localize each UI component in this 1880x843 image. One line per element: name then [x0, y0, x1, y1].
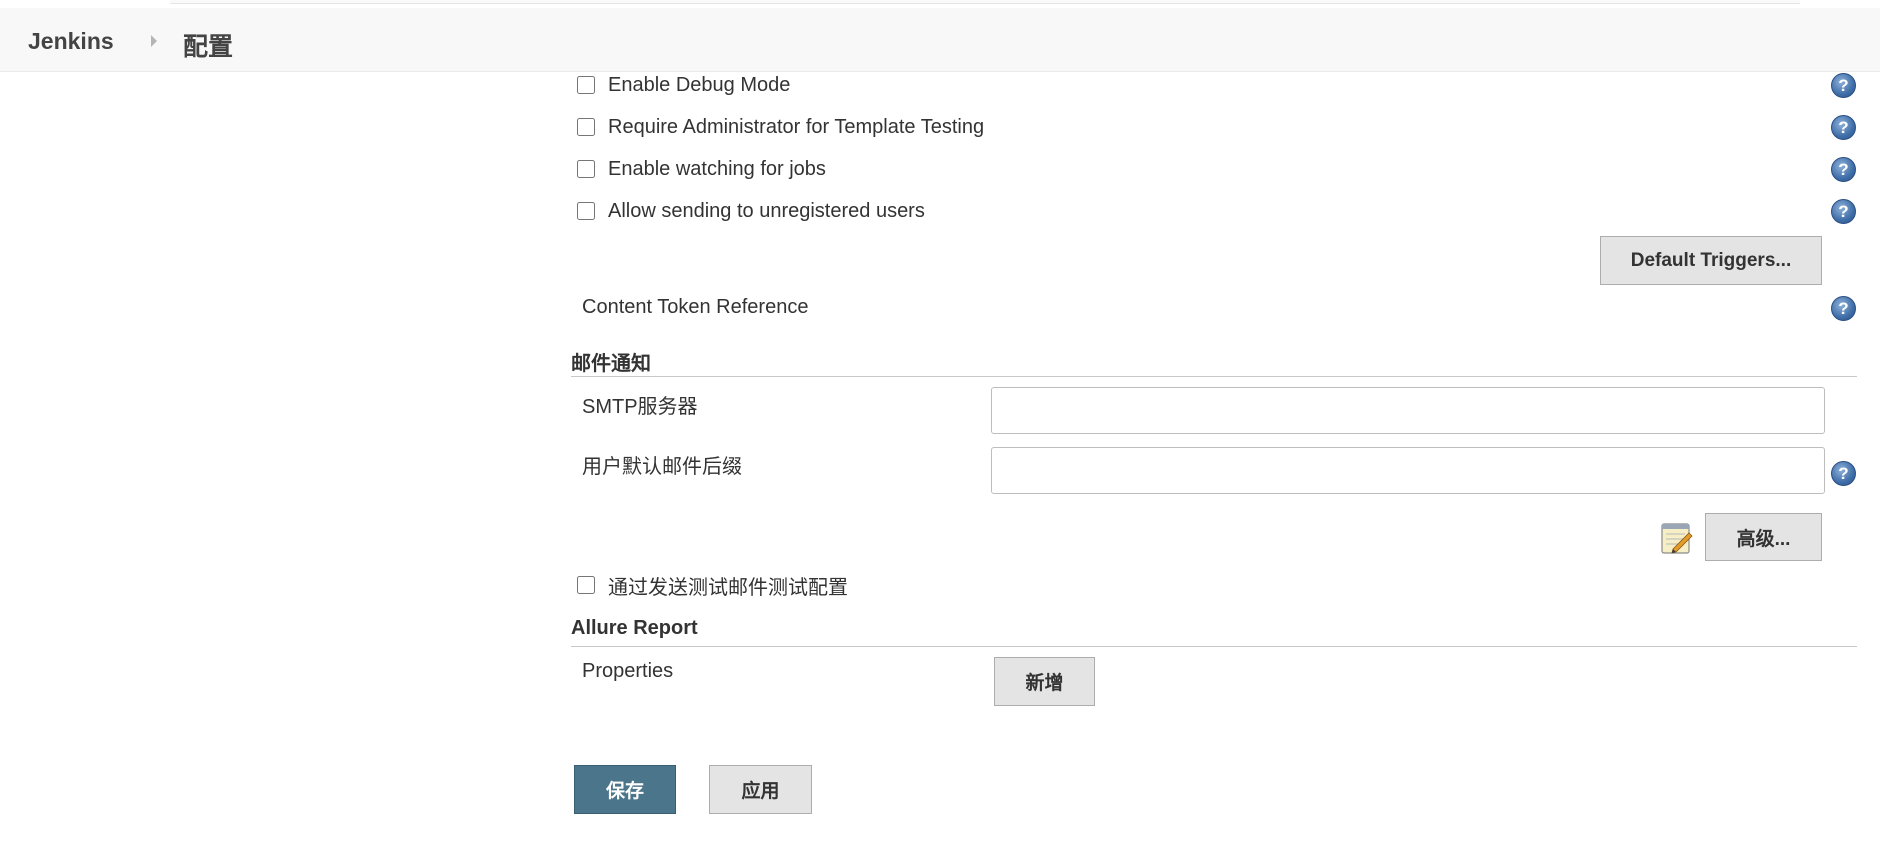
- add-property-button[interactable]: 新增: [994, 657, 1095, 706]
- mail-section-divider: [571, 376, 1857, 377]
- debug-mode-label: Enable Debug Mode: [608, 73, 791, 96]
- top-strip: [0, 0, 1880, 8]
- option-enable-watching: Enable watching for jobs: [577, 157, 826, 181]
- unregistered-users-checkbox[interactable]: [577, 202, 595, 220]
- save-button[interactable]: 保存: [574, 765, 676, 814]
- enable-watching-help-icon[interactable]: ?: [1831, 157, 1856, 182]
- option-debug-mode: Enable Debug Mode: [577, 73, 790, 97]
- option-require-admin: Require Administrator for Template Testi…: [577, 115, 984, 139]
- option-unregistered-users: Allow sending to unregistered users: [577, 199, 925, 223]
- require-admin-help-icon[interactable]: ?: [1831, 115, 1856, 140]
- default-email-suffix-input[interactable]: [991, 447, 1825, 494]
- smtp-server-label: SMTP服务器: [582, 396, 698, 418]
- require-admin-checkbox[interactable]: [577, 118, 595, 136]
- breadcrumb-jenkins-link[interactable]: Jenkins: [28, 28, 114, 55]
- allure-section-divider: [571, 646, 1857, 647]
- default-email-suffix-label: 用户默认邮件后缀: [582, 456, 742, 478]
- unregistered-users-help-icon[interactable]: ?: [1831, 199, 1856, 224]
- enable-watching-checkbox[interactable]: [577, 160, 595, 178]
- unregistered-users-label: Allow sending to unregistered users: [608, 199, 925, 222]
- breadcrumb: Jenkins 配置: [0, 8, 1880, 72]
- require-admin-label: Require Administrator for Template Testi…: [608, 115, 985, 138]
- smtp-server-input[interactable]: [991, 387, 1825, 434]
- allure-section-title: Allure Report: [571, 617, 698, 639]
- option-test-email: 通过发送测试邮件测试配置: [577, 573, 848, 599]
- apply-button[interactable]: 应用: [709, 765, 812, 814]
- email-suffix-help-icon[interactable]: ?: [1831, 461, 1856, 486]
- debug-mode-checkbox[interactable]: [577, 76, 595, 94]
- test-email-checkbox[interactable]: [577, 576, 595, 594]
- debug-mode-help-icon[interactable]: ?: [1831, 73, 1856, 98]
- breadcrumb-configure-link[interactable]: 配置: [183, 27, 233, 63]
- enable-watching-label: Enable watching for jobs: [608, 157, 826, 180]
- content-token-reference-label: Content Token Reference: [582, 296, 809, 318]
- default-triggers-button[interactable]: Default Triggers...: [1600, 236, 1822, 285]
- chevron-right-icon: [151, 35, 157, 47]
- test-email-label: 通过发送测试邮件测试配置: [608, 576, 848, 599]
- content-token-help-icon[interactable]: ?: [1831, 296, 1856, 321]
- mail-section-title: 邮件通知: [571, 353, 651, 375]
- properties-label: Properties: [582, 660, 674, 682]
- advanced-button[interactable]: 高级...: [1705, 513, 1822, 561]
- notepad-edit-icon[interactable]: [1659, 519, 1694, 556]
